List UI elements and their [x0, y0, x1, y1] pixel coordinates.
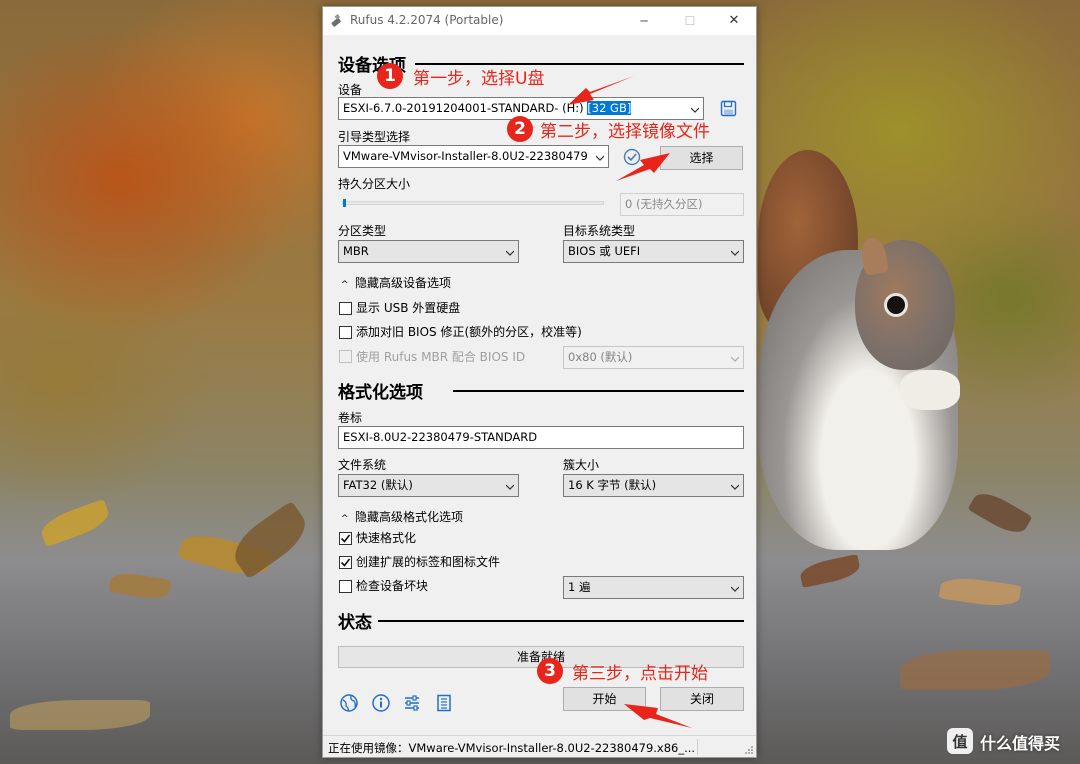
bad-blocks-checkbox[interactable] — [339, 580, 352, 593]
log-icon[interactable] — [434, 693, 454, 713]
quick-format-checkbox[interactable] — [339, 532, 352, 545]
persistent-size-value: 0 (无持久分区) — [625, 197, 703, 211]
extended-label-checkbox[interactable] — [339, 556, 352, 569]
leaf — [938, 574, 1022, 610]
step1-badge: 1 — [377, 63, 403, 89]
leaf — [37, 498, 113, 548]
chevron-down-icon — [731, 250, 739, 256]
leaf — [10, 700, 150, 730]
old-bios-label: 添加对旧 BIOS 修正(额外的分区，校准等) — [356, 325, 582, 339]
svg-text:值: 值 — [952, 733, 967, 751]
status-bar: 正在使用镜像：VMware-VMvisor-Installer-8.0U2-22… — [323, 735, 756, 757]
slider-thumb[interactable] — [343, 199, 346, 207]
status-bar-text: 正在使用镜像：VMware-VMvisor-Installer-8.0U2-22… — [328, 741, 696, 755]
quick-format-label: 快速格式化 — [356, 531, 417, 545]
extended-label-label: 创建扩展的标签和图标文件 — [356, 555, 501, 569]
boot-select-value: VMware-VMvisor-Installer-8.0U2-22380479.… — [343, 149, 588, 163]
fs-label: 文件系统 — [338, 458, 387, 472]
format-section-title: 格式化选项 — [338, 383, 423, 403]
zhi-logo-icon: 值 — [947, 728, 973, 754]
persistent-slider[interactable] — [342, 201, 604, 205]
window-title: Rufus 4.2.2074 (Portable) — [350, 13, 504, 27]
globe-icon[interactable] — [339, 693, 359, 713]
minimize-glyph[interactable]: ─ — [621, 7, 667, 35]
step2-arrow-icon — [616, 153, 670, 181]
step1-arrow-icon — [568, 76, 634, 105]
chevron-down-icon — [506, 484, 514, 490]
bios-id-value: 0x80 (默认) — [568, 350, 633, 364]
cluster-label: 簇大小 — [563, 458, 600, 472]
leaf — [798, 554, 862, 588]
advanced-format-toggle-label: 隐藏高级格式化选项 — [355, 510, 464, 524]
volume-label-value: ESXI-8.0U2-22380479-STANDARD — [343, 430, 538, 444]
close-window-button[interactable]: ✕ — [711, 7, 757, 35]
settings-sliders-icon[interactable] — [402, 693, 422, 713]
save-icon[interactable] — [720, 100, 737, 117]
bad-blocks-label: 检查设备坏块 — [356, 579, 429, 593]
old-bios-checkbox[interactable] — [339, 326, 352, 339]
device-label: 设备 — [338, 83, 363, 97]
squirrel-eye — [887, 296, 905, 314]
rufus-mbr-checkbox — [339, 350, 352, 363]
info-icon[interactable] — [371, 693, 391, 713]
target-select[interactable]: BIOS 或 UEFI — [563, 240, 744, 263]
usb-hdd-label: 显示 USB 外置硬盘 — [356, 301, 461, 315]
step3-text: 第三步，点击开始 — [572, 664, 708, 684]
check-icon — [340, 558, 351, 567]
chevron-down-icon — [596, 155, 604, 161]
section-divider — [378, 620, 744, 622]
section-divider — [453, 390, 744, 392]
chevron-down-icon — [691, 107, 699, 113]
chevron-down-icon — [731, 356, 739, 362]
advanced-drive-toggle[interactable]: ^ 隐藏高级设备选项 — [341, 274, 451, 291]
watermark-text: 什么值得买 — [980, 734, 1061, 753]
boot-select[interactable]: VMware-VMvisor-Installer-8.0U2-22380479.… — [338, 145, 609, 168]
squirrel-paws — [900, 370, 960, 410]
usb-hdd-checkbox[interactable] — [339, 302, 352, 315]
step2-badge: 2 — [507, 116, 533, 142]
zhi-glyph-icon: 值 — [952, 733, 967, 751]
passes-value: 1 遍 — [568, 580, 591, 594]
chevron-down-icon — [731, 586, 739, 592]
chevron-down-icon — [731, 484, 739, 490]
partition-label: 分区类型 — [338, 224, 387, 238]
step1-text: 第一步，选择U盘 — [413, 69, 545, 89]
status-bar-separator — [697, 739, 698, 755]
step2-text: 第二步，选择镜像文件 — [540, 122, 710, 142]
rufus-mbr-label: 使用 Rufus MBR 配合 BIOS ID — [356, 350, 526, 364]
bios-id-select: 0x80 (默认) — [563, 346, 744, 369]
target-label: 目标系统类型 — [563, 224, 636, 238]
persistent-size-input: 0 (无持久分区) — [620, 193, 744, 216]
volume-label: 卷标 — [338, 411, 363, 425]
leaf — [967, 486, 1033, 540]
step3-badge: 3 — [537, 658, 563, 684]
chevron-up-icon: ^ — [341, 280, 349, 290]
check-icon — [340, 534, 351, 543]
partition-value: MBR — [343, 244, 369, 258]
advanced-drive-toggle-label: 隐藏高级设备选项 — [355, 276, 452, 290]
persistent-label: 持久分区大小 — [338, 177, 411, 191]
filesystem-select[interactable]: FAT32 (默认) — [338, 474, 519, 497]
cluster-value: 16 K 字节 (默认) — [568, 478, 657, 492]
boot-label: 引导类型选择 — [338, 130, 411, 144]
leaf — [108, 569, 172, 603]
rufus-usb-icon — [331, 13, 341, 27]
volume-label-input[interactable]: ESXI-8.0U2-22380479-STANDARD — [338, 426, 744, 449]
chevron-down-icon — [506, 250, 514, 256]
resize-grip-icon[interactable] — [744, 745, 754, 755]
chevron-up-icon: ^ — [341, 514, 349, 524]
squirrel-ear — [859, 236, 889, 276]
target-value: BIOS 或 UEFI — [568, 244, 641, 258]
filesystem-value: FAT32 (默认) — [343, 478, 413, 492]
status-section-title: 状态 — [338, 613, 372, 633]
leaf — [900, 650, 1050, 690]
partition-select[interactable]: MBR — [338, 240, 519, 263]
maximize-button[interactable]: ☐ — [667, 7, 713, 35]
cluster-select[interactable]: 16 K 字节 (默认) — [563, 474, 744, 497]
passes-select[interactable]: 1 遍 — [563, 576, 744, 599]
advanced-format-toggle[interactable]: ^ 隐藏高级格式化选项 — [341, 508, 463, 525]
step3-arrow-icon — [624, 704, 692, 728]
window-content: 设备选项 设备 ESXI-6.7.0-20191204001-STANDARD-… — [323, 35, 756, 757]
